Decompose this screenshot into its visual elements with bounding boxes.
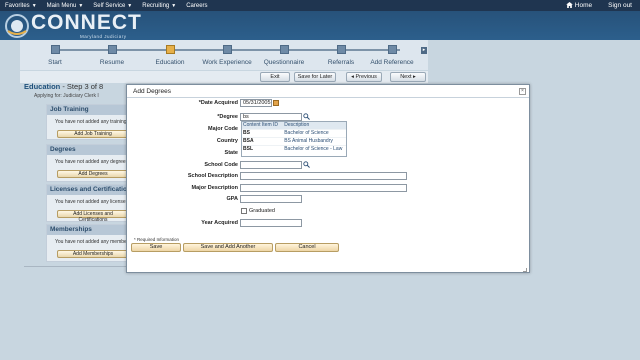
school-lookup-icon[interactable]	[303, 161, 310, 168]
cancel-button[interactable]: Cancel	[275, 243, 339, 252]
step-add-reference[interactable]: Add Reference	[362, 45, 422, 66]
exit-button[interactable]: Exit	[260, 72, 290, 82]
graduated-checkbox[interactable]	[241, 208, 247, 214]
step-work-experience[interactable]: Work Experience	[197, 45, 257, 66]
section-memberships: Memberships You have not added any membe…	[46, 224, 129, 262]
suggestions-header: Content Item ID Description	[242, 122, 346, 129]
save-for-later-button[interactable]: Save for Later	[294, 72, 336, 82]
required-note: * Required Information	[134, 237, 180, 242]
step-resume[interactable]: Resume	[82, 45, 142, 66]
nav-recruiting[interactable]: Recruiting ▼	[137, 3, 181, 9]
nav-careers[interactable]: Careers	[181, 3, 212, 9]
signout-link[interactable]: Sign out	[600, 2, 640, 9]
label-school-code: School Code	[204, 162, 238, 168]
nav-self-service[interactable]: Self Service ▼	[88, 3, 137, 9]
home-icon	[565, 2, 573, 8]
section-message: You have not added any training.	[55, 119, 127, 125]
page-title: Education - Step 3 of 8	[24, 82, 104, 91]
top-nav: Favorites ▼ Main Menu ▼ Self Service ▼ Recr…	[0, 0, 640, 11]
add-memberships-button[interactable]: Add Memberships	[57, 250, 129, 258]
nav-main-menu[interactable]: Main Menu ▼	[42, 3, 89, 9]
resize-handle-icon[interactable]	[523, 268, 527, 272]
section-message: You have not added any memberships.	[55, 239, 127, 245]
suggestion-row[interactable]: BSL Bachelor of Science - Law	[242, 145, 346, 153]
section-degrees: Degrees You have not added any degrees. …	[46, 144, 129, 182]
section-job-training: Job Training You have not added any trai…	[46, 104, 129, 140]
step-marker	[50, 45, 60, 54]
label-major-description: Major Description	[191, 185, 238, 191]
major-description-field[interactable]	[240, 184, 407, 192]
close-icon[interactable]: ×	[519, 88, 526, 95]
label-year-acquired: Year Acquired	[201, 220, 238, 226]
suggestion-row[interactable]: BS Bachelor of Science	[242, 129, 346, 137]
school-description-field[interactable]	[240, 172, 407, 180]
step-marker	[336, 45, 346, 54]
section-message: You have not added any degrees.	[55, 159, 127, 165]
step-marker	[222, 45, 232, 54]
add-licenses-button[interactable]: Add Licenses and Certifications	[57, 210, 129, 223]
applying-for-text: Applying for: Judiciary Clerk I	[34, 93, 99, 99]
degree-lookup-icon[interactable]	[303, 113, 310, 120]
label-gpa: GPA	[226, 196, 238, 202]
add-job-training-button[interactable]: Add Job Training	[57, 130, 129, 138]
degree-field[interactable]: bs	[240, 113, 302, 121]
year-acquired-field[interactable]	[240, 219, 302, 227]
next-button[interactable]: Next ▸	[390, 72, 426, 82]
suggestion-row[interactable]: BSA BS Animal Husbandry	[242, 137, 346, 145]
steps-scroll-right-icon[interactable]: ▸	[421, 47, 427, 54]
section-licenses: Licenses and Certifications You have not…	[46, 184, 129, 223]
step-marker	[107, 45, 117, 54]
section-title: Licenses and Certifications	[47, 185, 127, 195]
nav-favorites[interactable]: Favorites ▼	[0, 3, 42, 9]
step-start[interactable]: Start	[25, 45, 85, 66]
degree-suggestions: Content Item ID Description BS Bachelor …	[241, 121, 347, 157]
section-message: You have not added any licenses.	[55, 199, 127, 205]
label-state: State	[224, 150, 238, 156]
calendar-icon[interactable]	[273, 100, 279, 106]
step-marker	[165, 45, 175, 54]
label-school-description: School Description	[187, 173, 238, 179]
step-questionnaire[interactable]: Questionnaire	[254, 45, 314, 66]
school-code-field[interactable]	[240, 161, 302, 169]
dialog-title: Add Degrees	[127, 85, 529, 98]
section-title: Degrees	[47, 145, 127, 155]
label-date-acquired: *Date Acquired	[198, 100, 238, 106]
previous-button[interactable]: ◂ Previous	[346, 72, 382, 82]
section-title: Job Training	[47, 105, 127, 115]
save-button[interactable]: Save	[131, 243, 181, 252]
banner: CONNECT Maryland Judiciary	[0, 11, 640, 40]
section-title: Memberships	[47, 225, 127, 235]
label-country: Country	[216, 138, 238, 144]
step-education[interactable]: Education	[140, 45, 200, 66]
home-link[interactable]: Home	[558, 2, 600, 9]
add-degrees-button[interactable]: Add Degrees	[57, 170, 129, 178]
step-marker	[387, 45, 397, 54]
date-acquired-field[interactable]: 05/31/2005	[240, 99, 272, 107]
gpa-field[interactable]	[240, 195, 302, 203]
label-graduated: Graduated	[249, 208, 275, 214]
brand-subtitle: Maryland Judiciary	[80, 34, 127, 39]
step-marker	[279, 45, 289, 54]
label-major-code: Major Code	[208, 126, 238, 132]
progress-steps: Start Resume Education Work Experience Q…	[20, 40, 428, 70]
label-degree: *Degree	[217, 114, 238, 120]
brand-name: CONNECT	[31, 11, 142, 34]
save-and-add-another-button[interactable]: Save and Add Another	[183, 243, 273, 252]
connect-logo-icon	[5, 14, 29, 38]
